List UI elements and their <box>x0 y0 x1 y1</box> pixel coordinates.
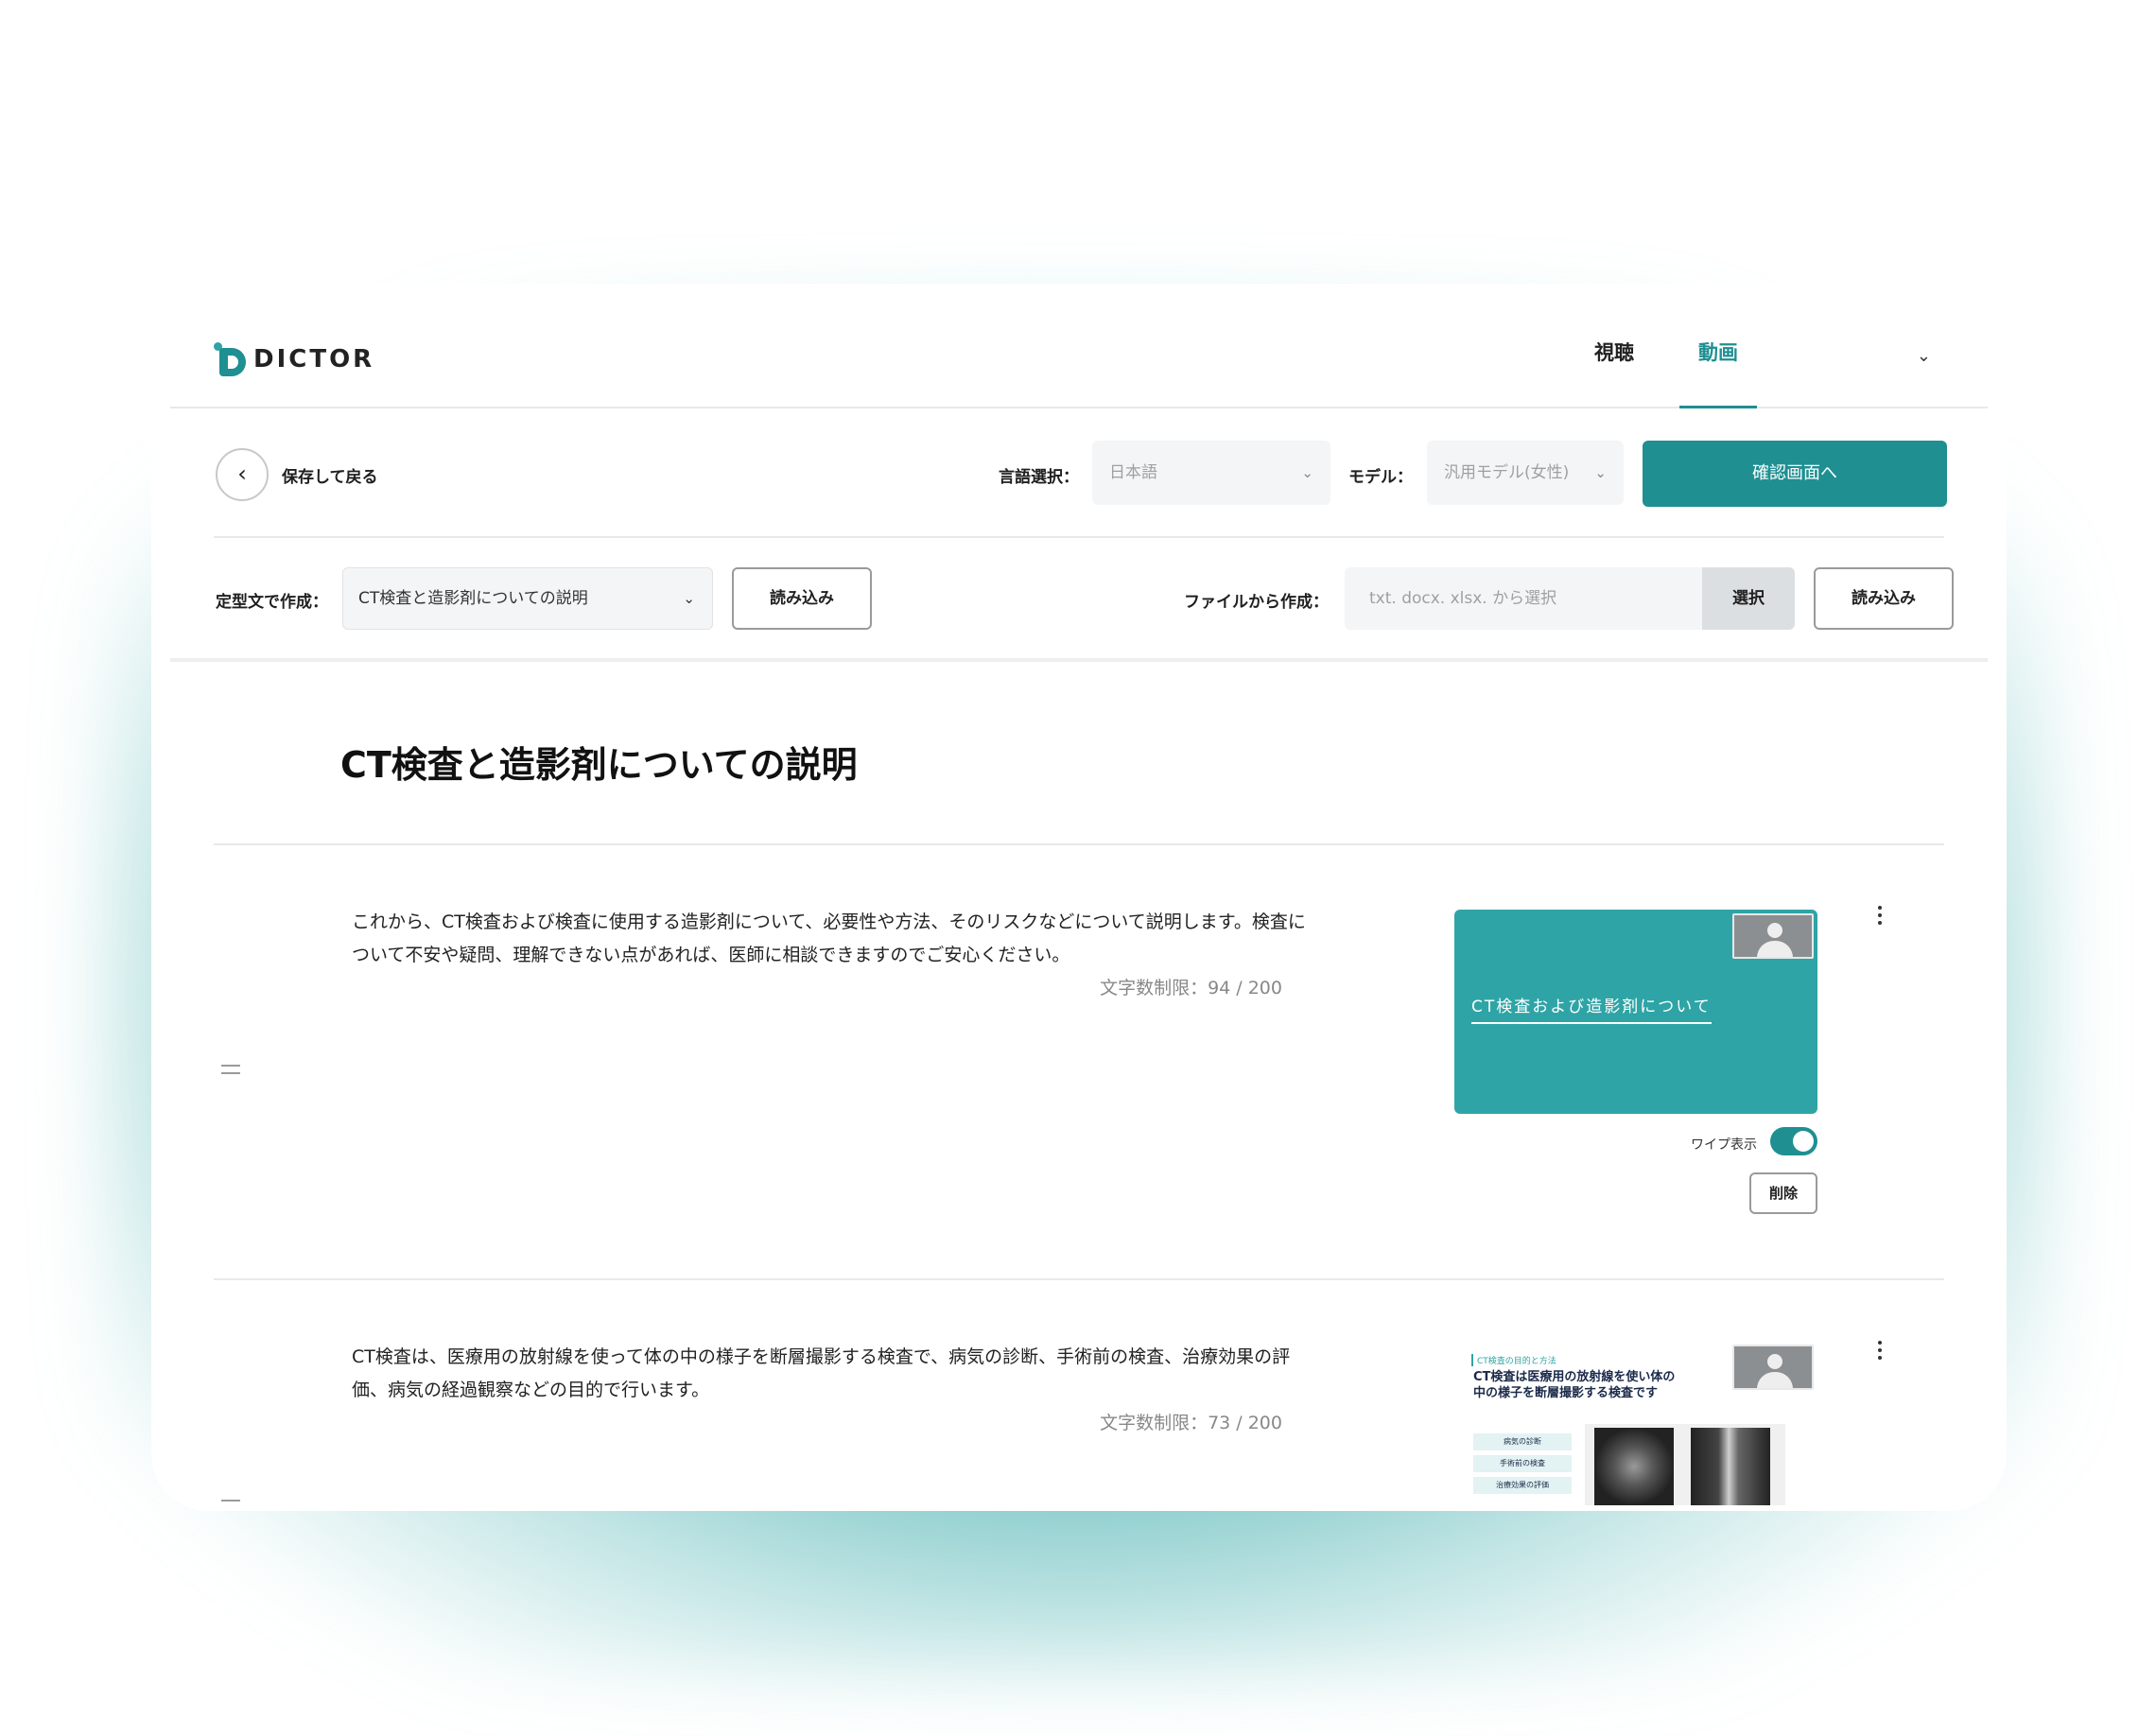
avatar-placeholder-icon <box>1732 1345 1814 1390</box>
slide-thumbnail[interactable]: CT検査の目的と方法 CT検査は医療用の放射線を使い体の中の様子を断層撮影する検… <box>1454 1345 1817 1505</box>
model-select[interactable]: 汎用モデル(女性) ⌄ <box>1427 441 1624 505</box>
create-bar: 定型文で作成： CT検査と造影剤についての説明 ⌄ 読み込み ファイルから作成：… <box>216 567 1954 630</box>
wipe-toggle[interactable] <box>1770 1127 1817 1155</box>
document-title[interactable]: CT検査と造影剤についての説明 <box>340 736 858 788</box>
drag-handle-icon[interactable] <box>221 1500 240 1509</box>
file-input[interactable]: txt. docx. xlsx. から選択 <box>1345 567 1702 630</box>
nav-tabs: 視聴 動画 <box>1575 339 1757 408</box>
language-select[interactable]: 日本語 ⌄ <box>1092 441 1330 505</box>
template-label: 定型文で作成： <box>216 593 328 612</box>
section-text[interactable]: これから、CT検査および検査に使用する造影剤について、必要性や方法、そのリスクな… <box>352 906 1307 972</box>
ct-scan-image <box>1691 1428 1770 1505</box>
divider <box>170 658 1988 662</box>
delete-button[interactable]: 削除 <box>1749 1172 1817 1214</box>
dictor-logo-icon <box>214 342 246 376</box>
avatar-placeholder-icon <box>1732 913 1814 959</box>
chevron-left-icon: ‹ <box>237 460 247 487</box>
brand-name: DICTOR <box>253 345 375 373</box>
file-select-button[interactable]: 選択 <box>1702 567 1795 630</box>
slide-heading: CT検査は医療用の放射線を使い体の中の様子を断層撮影する検査です <box>1473 1370 1676 1400</box>
ct-scan-image <box>1594 1428 1674 1505</box>
slide-pill: 手術前の検査 <box>1473 1455 1572 1472</box>
char-count: 文字数制限：94 / 200 <box>1100 978 1282 998</box>
logo[interactable]: DICTOR <box>214 342 374 376</box>
drag-handle-icon[interactable] <box>221 1065 240 1074</box>
model-label: モデル： <box>1348 468 1413 487</box>
chevron-down-icon: ⌄ <box>1594 464 1607 481</box>
language-label: 言語選択： <box>999 468 1079 487</box>
ct-images <box>1585 1424 1785 1505</box>
slide-pill: 病気の診断 <box>1473 1433 1572 1450</box>
template-select[interactable]: CT検査と造影剤についての説明 ⌄ <box>342 567 713 630</box>
chevron-down-icon: ⌄ <box>1301 464 1313 481</box>
slide-title: CT検査および造影剤について <box>1471 993 1712 1024</box>
divider <box>214 536 1944 538</box>
confirm-button[interactable]: 確認画面へ <box>1643 441 1947 507</box>
chevron-down-icon: ⌄ <box>683 590 695 607</box>
script-section: CT検査は、医療用の放射線を使って体の中の様子を断層撮影する検査で、病気の診断、… <box>214 1280 1944 1511</box>
language-value: 日本語 <box>1109 463 1157 482</box>
slide-thumbnail[interactable]: CT検査および造影剤について <box>1454 910 1817 1114</box>
script-section: これから、CT検査および検査に使用する造影剤について、必要性や方法、そのリスクな… <box>214 845 1944 1278</box>
template-value: CT検査と造影剤についての説明 <box>358 589 588 608</box>
app-window: DICTOR 視聴 動画 ⌄ ‹ 保存して戻る 言語選択： 日本語 ⌄ モデル：… <box>151 284 2007 1511</box>
tab-video[interactable]: 動画 <box>1679 339 1757 408</box>
template-load-button[interactable]: 読み込み <box>732 567 872 630</box>
back-label[interactable]: 保存して戻る <box>282 463 378 487</box>
slide-pills: 病気の診断 手術前の検査 治療効果の評価 <box>1473 1433 1572 1499</box>
chevron-down-icon[interactable]: ⌄ <box>1917 346 1931 366</box>
char-count: 文字数制限：73 / 200 <box>1100 1413 1282 1433</box>
section-text[interactable]: CT検査は、医療用の放射線を使って体の中の様子を断層撮影する検査で、病気の診断、… <box>352 1341 1307 1407</box>
file-label: ファイルから作成： <box>1184 593 1329 612</box>
more-options-icon[interactable] <box>1878 1341 1884 1363</box>
slide-kicker: CT検査の目的と方法 <box>1471 1354 1556 1366</box>
tab-viewing[interactable]: 視聴 <box>1575 339 1653 408</box>
back-button[interactable]: ‹ <box>216 448 269 501</box>
file-load-button[interactable]: 読み込み <box>1814 567 1954 630</box>
header: DICTOR 視聴 動画 ⌄ <box>170 284 1988 408</box>
toolbar: ‹ 保存して戻る 言語選択： 日本語 ⌄ モデル： 汎用モデル(女性) ⌄ 確認… <box>216 441 1947 507</box>
more-options-icon[interactable] <box>1878 906 1884 929</box>
slide-pill: 治療効果の評価 <box>1473 1477 1572 1494</box>
model-value: 汎用モデル(女性) <box>1444 463 1570 482</box>
wipe-label: ワイプ表示 <box>1691 1137 1757 1153</box>
